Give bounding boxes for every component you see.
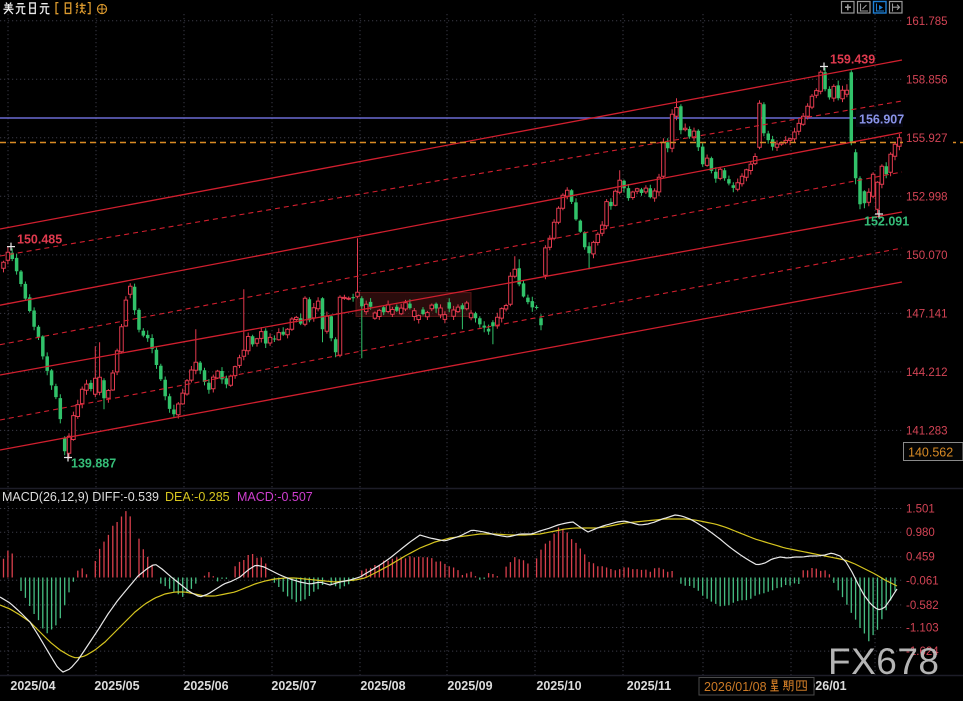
svg-text:-0.061: -0.061 xyxy=(906,575,939,587)
svg-text:141.283: 141.283 xyxy=(906,426,948,438)
svg-text:DEA:-0.285: DEA:-0.285 xyxy=(165,490,230,504)
svg-text:0.980: 0.980 xyxy=(906,527,935,539)
svg-text:152.091: 152.091 xyxy=(864,215,909,229)
svg-text:159.439: 159.439 xyxy=(830,53,875,67)
svg-text:2025/08: 2025/08 xyxy=(360,679,405,693)
svg-text:158.856: 158.856 xyxy=(906,75,948,87)
svg-text:2025/07: 2025/07 xyxy=(271,679,316,693)
svg-text:-1.103: -1.103 xyxy=(906,623,939,635)
svg-text:150.070: 150.070 xyxy=(906,250,948,262)
svg-text:-0.582: -0.582 xyxy=(906,600,939,612)
svg-text:2025/09: 2025/09 xyxy=(447,679,492,693)
svg-text:152.998: 152.998 xyxy=(906,192,948,204)
svg-text:2025/11: 2025/11 xyxy=(627,679,672,693)
svg-text:MACD:-0.507: MACD:-0.507 xyxy=(237,490,313,504)
svg-text:156.907: 156.907 xyxy=(859,113,904,127)
svg-text:144.212: 144.212 xyxy=(906,367,948,379)
svg-text:150.485: 150.485 xyxy=(17,233,62,247)
svg-text:1.501: 1.501 xyxy=(906,504,935,516)
svg-text:0.459: 0.459 xyxy=(906,552,935,564)
svg-text:FX678: FX678 xyxy=(828,641,940,682)
svg-text:MACD(26,12,9) DIFF:-0.539: MACD(26,12,9) DIFF:-0.539 xyxy=(2,490,159,504)
svg-text:161.785: 161.785 xyxy=(906,16,948,28)
svg-text:2025/10: 2025/10 xyxy=(536,679,581,693)
svg-text:2026/01/08: 2026/01/08 xyxy=(704,680,767,694)
svg-text:2025/04: 2025/04 xyxy=(10,679,55,693)
svg-text:155.927: 155.927 xyxy=(906,133,948,145)
svg-text:140.562: 140.562 xyxy=(908,446,953,460)
svg-text:139.887: 139.887 xyxy=(71,457,116,471)
svg-text:2025/05: 2025/05 xyxy=(94,679,139,693)
svg-text:2025/06: 2025/06 xyxy=(183,679,228,693)
svg-text:147.141: 147.141 xyxy=(906,309,948,321)
